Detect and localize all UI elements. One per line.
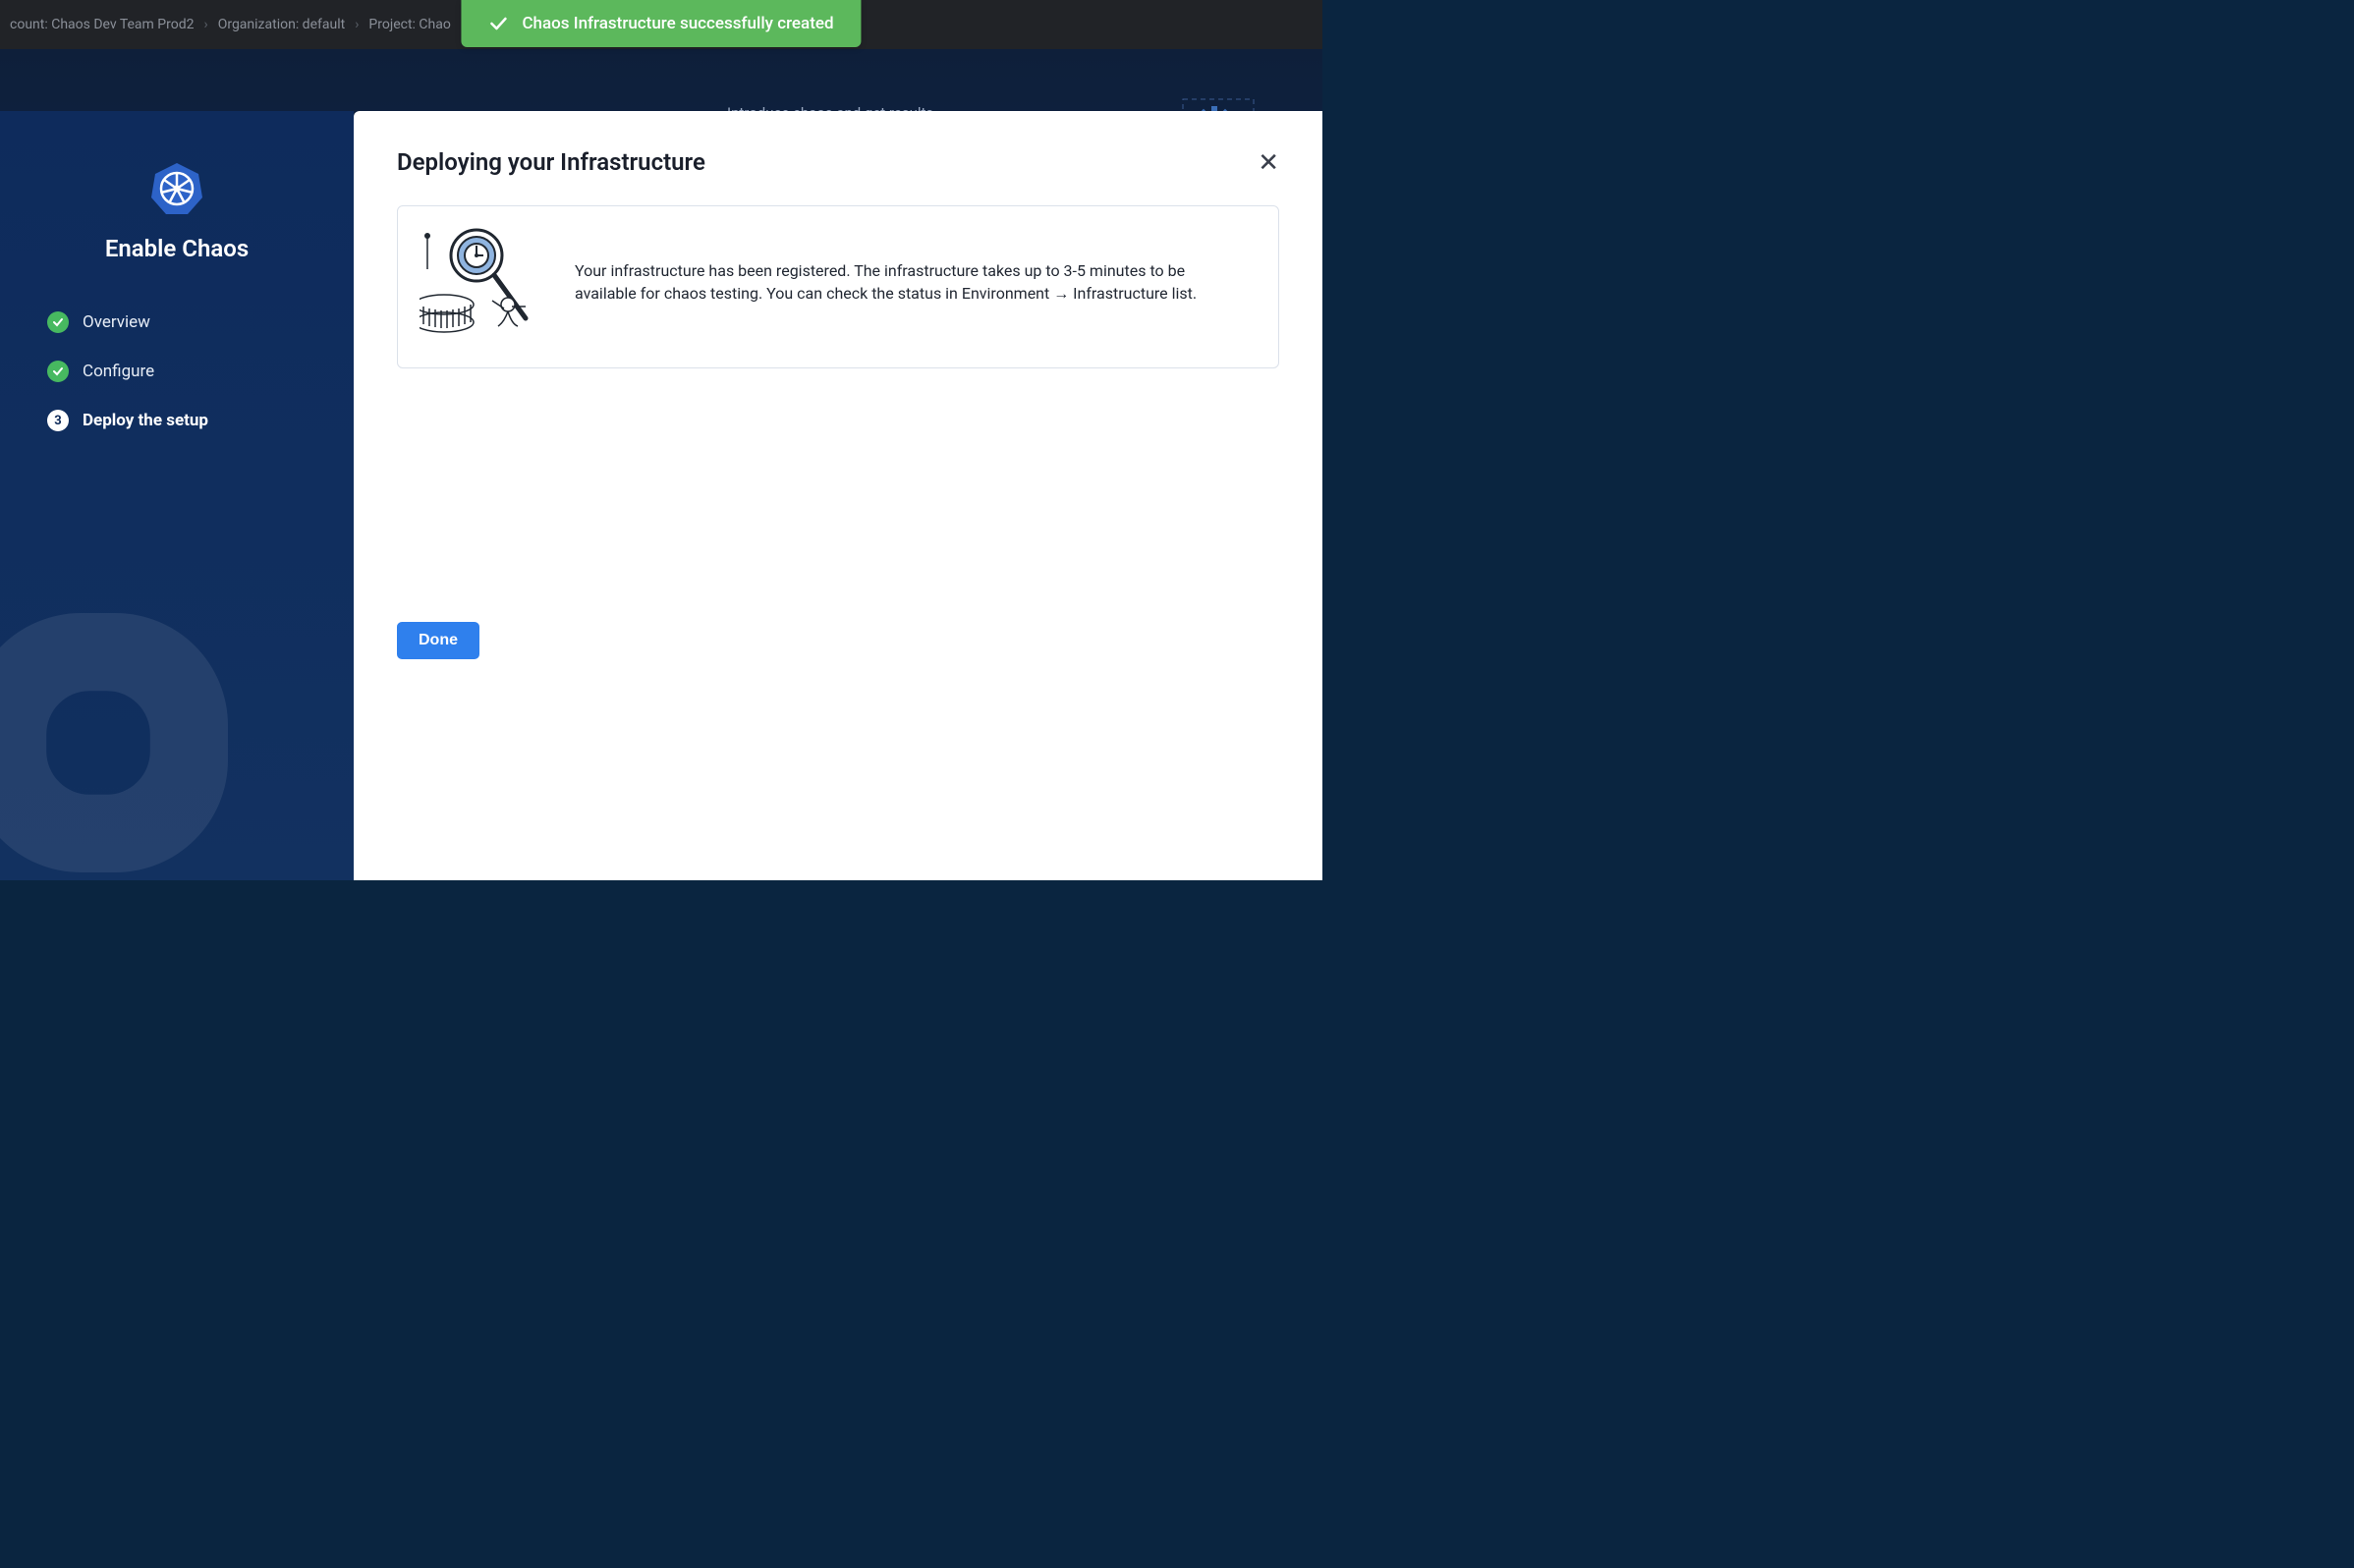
check-icon xyxy=(488,14,508,33)
wizard-step-label: Deploy the setup xyxy=(83,411,208,430)
kubernetes-icon xyxy=(148,160,205,217)
info-card: Your infrastructure has been registered.… xyxy=(397,205,1279,368)
breadcrumb-project[interactable]: Project: Chao xyxy=(368,17,450,32)
chevron-right-icon: › xyxy=(203,17,207,32)
watermark-icon xyxy=(0,527,314,880)
breadcrumb-account[interactable]: count: Chaos Dev Team Prod2 xyxy=(10,17,194,32)
wizard-sidebar: Enable Chaos Overview Configure 3 Deploy… xyxy=(0,111,354,880)
check-circle-icon xyxy=(47,361,69,382)
toast-message: Chaos Infrastructure successfully create… xyxy=(522,14,833,33)
step-number-icon: 3 xyxy=(47,410,69,431)
close-icon[interactable]: ✕ xyxy=(1258,149,1279,175)
breadcrumb-org[interactable]: Organization: default xyxy=(218,17,346,32)
wizard-step-label: Configure xyxy=(83,362,154,381)
chevron-right-icon: › xyxy=(355,17,359,32)
wizard-step-overview[interactable]: Overview xyxy=(47,311,307,333)
done-button[interactable]: Done xyxy=(397,622,479,659)
wizard-step-deploy[interactable]: 3 Deploy the setup xyxy=(47,410,307,431)
info-message: Your infrastructure has been registered.… xyxy=(575,259,1247,305)
toast-success: Chaos Infrastructure successfully create… xyxy=(461,0,861,47)
wizard-step-configure[interactable]: Configure xyxy=(47,361,307,382)
check-circle-icon xyxy=(47,311,69,333)
illustration-icon xyxy=(420,228,547,336)
wizard-title: Enable Chaos xyxy=(0,235,354,262)
panel-title: Deploying your Infrastructure xyxy=(397,148,705,176)
wizard-step-label: Overview xyxy=(83,312,150,332)
main-panel: Deploying your Infrastructure ✕ xyxy=(354,111,1322,880)
